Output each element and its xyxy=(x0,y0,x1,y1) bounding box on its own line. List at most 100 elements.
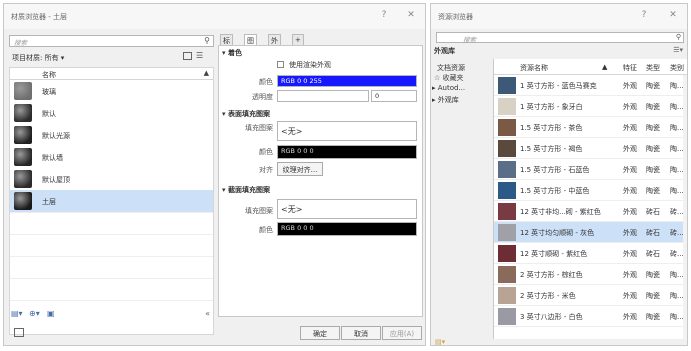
tab-identity[interactable]: 标识 xyxy=(220,34,233,55)
cut-color-label: 颜色 xyxy=(259,226,273,234)
help-button[interactable]: ? xyxy=(637,10,651,20)
search-icon[interactable]: ⚲ xyxy=(204,36,210,45)
asset-row[interactable]: 1.5 英寸方形 - 石蓝色 外观 陶瓷 陶... xyxy=(494,159,687,180)
transparency-input[interactable]: 0 xyxy=(371,90,417,102)
asset-row-selected[interactable]: 12 英寸均匀顺砌 - 灰色 外观 砖石 砖... xyxy=(494,222,687,243)
asset-row[interactable]: 1 英寸方形 - 象牙白 外观 陶瓷 陶... xyxy=(494,96,687,117)
window-title: 材质浏览器 - 土层 xyxy=(11,13,67,21)
material-name: 默认光源 xyxy=(42,132,70,140)
asset-type: 砖石 xyxy=(646,208,660,216)
column-name-header[interactable]: 名称 xyxy=(42,70,56,80)
asset-feature: 外观 xyxy=(623,292,637,300)
empty-row xyxy=(10,212,213,234)
column-feature[interactable]: 特征 xyxy=(623,63,637,73)
project-materials-filter[interactable]: 项目材质: 所有 ▾ xyxy=(12,53,64,63)
material-row[interactable]: 默认墙 xyxy=(10,146,213,168)
search-icon[interactable]: ⚲ xyxy=(676,33,681,41)
asset-name: 1.5 英寸方形 - 褐色 xyxy=(520,145,583,153)
tree-autodesk-library[interactable]: ▸ Autod... xyxy=(432,84,465,92)
asset-browser-icon[interactable]: ▣ xyxy=(47,309,55,318)
asset-row[interactable]: 12 英寸顺砌 - 紫红色 外观 砖石 砖... xyxy=(494,243,687,264)
view-options-icon[interactable]: ☰ xyxy=(196,51,203,60)
asset-row[interactable]: 1.5 英寸方形 - 中蓝色 外观 陶瓷 陶... xyxy=(494,180,687,201)
material-thumbnail xyxy=(14,126,32,144)
vertical-scrollbar[interactable] xyxy=(683,75,687,339)
asset-type: 陶瓷 xyxy=(646,187,660,195)
view-options-icon[interactable]: ☰▾ xyxy=(673,46,683,54)
asset-row[interactable]: 3 英寸八边形 - 白色 外观 陶瓷 陶... xyxy=(494,306,687,327)
asset-grid-header: 资源名称 ▲ 特征 类型 类别 xyxy=(494,59,687,75)
asset-row[interactable]: 12 英寸非均...砌 - 紫红色 外观 砖石 砖... xyxy=(494,201,687,222)
folder-icon[interactable]: ▤▾ xyxy=(435,338,445,345)
tree-appearance-library[interactable]: ▸ 外观库 xyxy=(432,95,459,105)
texture-align-button[interactable]: 纹理对齐... xyxy=(277,162,323,176)
ok-button[interactable]: 确定 xyxy=(300,326,340,340)
close-button[interactable]: ✕ xyxy=(404,10,418,20)
asset-name: 1 英寸方形 - 蓝色马赛克 xyxy=(520,82,597,90)
asset-swatch xyxy=(498,203,516,220)
asset-name: 1.5 英寸方形 - 茶色 xyxy=(520,124,583,132)
material-browser-window: 材质浏览器 - 土层 ? ✕ 搜索 ⚲ 项目材质: 所有 ▾ ☰ 名称 ▲ 玻璃… xyxy=(3,3,426,346)
shading-section[interactable]: ▾ 着色 xyxy=(222,48,242,58)
material-name: 默认 xyxy=(42,110,56,118)
material-row[interactable]: 玻璃 xyxy=(10,80,213,102)
column-type[interactable]: 类型 xyxy=(646,63,660,73)
appearance-library-heading: 外观库 xyxy=(434,47,455,55)
create-material-icon[interactable]: ⊕▾ xyxy=(29,309,40,318)
apply-button[interactable]: 应用(A) xyxy=(382,326,422,340)
cut-pattern-section[interactable]: ▾ 截面填充图案 xyxy=(222,185,270,195)
surface-color-label: 颜色 xyxy=(259,148,273,156)
material-row[interactable]: 默认屋顶 xyxy=(10,168,213,190)
asset-swatch xyxy=(498,140,516,157)
sort-arrow-icon[interactable]: ▲ xyxy=(602,63,607,71)
asset-swatch xyxy=(498,266,516,283)
surface-pattern-section[interactable]: ▾ 表面填充图案 xyxy=(222,109,270,119)
asset-feature: 外观 xyxy=(623,145,637,153)
surface-align-label: 对齐 xyxy=(259,166,273,174)
asset-type: 砖石 xyxy=(646,229,660,237)
close-button[interactable]: ✕ xyxy=(666,10,680,20)
cut-color-swatch[interactable]: RGB 0 0 0 xyxy=(277,222,417,236)
column-category[interactable]: 类别 xyxy=(670,63,684,73)
library-panel-icon[interactable] xyxy=(14,328,24,337)
asset-row[interactable]: 2 英寸方形 - 米色 外观 陶瓷 陶... xyxy=(494,285,687,306)
asset-feature: 外观 xyxy=(623,187,637,195)
surface-fill-pattern[interactable]: <无> xyxy=(277,121,417,141)
cut-fill-pattern[interactable]: <无> xyxy=(277,199,417,219)
collapse-icon[interactable]: « xyxy=(205,309,210,318)
material-thumbnail xyxy=(14,104,32,122)
tab-graphics[interactable]: 图形 xyxy=(244,34,257,55)
cancel-button[interactable]: 取消 xyxy=(341,326,381,340)
asset-name: 2 英寸方形 - 棕红色 xyxy=(520,271,583,279)
asset-feature: 外观 xyxy=(623,313,637,321)
tab-appearance[interactable]: 外观 xyxy=(268,34,281,55)
toggle-panel-icon[interactable] xyxy=(183,52,192,60)
material-row-selected[interactable]: 土层 xyxy=(10,190,213,212)
transparency-slider[interactable] xyxy=(277,90,369,102)
tree-favorites[interactable]: ☆ 收藏夹 xyxy=(434,73,464,83)
asset-row[interactable]: 1.5 英寸方形 - 茶色 外观 陶瓷 陶... xyxy=(494,117,687,138)
graphics-properties: ▾ 着色 使用渲染外观 颜色 RGB 0 0 255 透明度 0 ▾ 表面填充图… xyxy=(218,45,423,317)
asset-feature: 外观 xyxy=(623,166,637,174)
material-browser-titlebar: 材质浏览器 - 土层 ? ✕ xyxy=(4,4,425,29)
column-asset-name[interactable]: 资源名称 xyxy=(520,63,548,73)
asset-row[interactable]: 1 英寸方形 - 蓝色马赛克 外观 陶瓷 陶... xyxy=(494,75,687,96)
tab-add[interactable]: + xyxy=(292,34,304,45)
tree-document-assets[interactable]: 文档资源 xyxy=(437,63,465,73)
surface-color-swatch[interactable]: RGB 0 0 0 xyxy=(277,145,417,159)
asset-swatch xyxy=(498,245,516,262)
asset-row[interactable]: 1.5 英寸方形 - 褐色 外观 陶瓷 陶... xyxy=(494,138,687,159)
sort-arrow-icon[interactable]: ▲ xyxy=(204,69,209,77)
help-button[interactable]: ? xyxy=(377,10,391,20)
asset-row[interactable]: 2 英寸方形 - 棕红色 外观 陶瓷 陶... xyxy=(494,264,687,285)
search-input[interactable]: 搜索 ⚲ xyxy=(9,35,214,47)
list-header: 名称 ▲ xyxy=(9,67,214,80)
material-row[interactable]: 默认 xyxy=(10,102,213,124)
asset-feature: 外观 xyxy=(623,124,637,132)
material-row[interactable]: 默认光源 xyxy=(10,124,213,146)
folder-icon[interactable]: ▤▾ xyxy=(11,309,23,318)
use-render-appearance-checkbox[interactable] xyxy=(277,61,284,68)
shading-color-swatch[interactable]: RGB 0 0 255 xyxy=(277,75,417,87)
asset-search-input[interactable]: 搜索 ⚲ xyxy=(436,32,684,44)
asset-swatch xyxy=(498,161,516,178)
